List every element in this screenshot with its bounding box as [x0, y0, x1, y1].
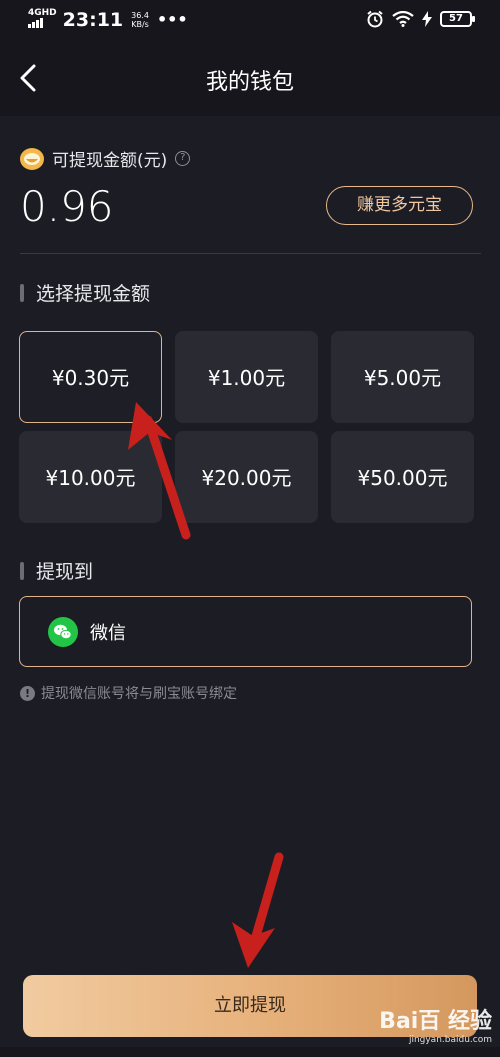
- more-notifications-icon: •••: [156, 10, 188, 29]
- coin-icon: [20, 147, 44, 170]
- amount-option-20-00[interactable]: ¥20.00元: [175, 431, 318, 523]
- amount-option-0-30[interactable]: ¥0.30元: [19, 331, 162, 423]
- clock: 23:11: [62, 8, 124, 31]
- navigation-bar: 我的钱包: [0, 40, 500, 116]
- watermark-main: Bai百 经验: [379, 1009, 492, 1034]
- amount-options-grid: ¥0.30元 ¥1.00元 ¥5.00元 ¥10.00元 ¥20.00元 ¥50…: [19, 331, 474, 523]
- bottom-strip: [0, 1047, 500, 1057]
- balance-label-row: 可提现金额(元) ?: [20, 146, 191, 171]
- wechat-method-option[interactable]: 微信: [19, 596, 472, 667]
- divider: [20, 253, 481, 254]
- section-marker: [20, 283, 24, 302]
- balance-label: 可提现金额(元): [52, 151, 168, 171]
- alarm-icon: [367, 10, 383, 28]
- balance-amount: 0.96: [20, 182, 114, 231]
- watermark-sub: jingyan.baidu.com: [408, 1035, 492, 1045]
- baidu-watermark: Bai百 经验 jingyan.baidu.com: [379, 1003, 492, 1045]
- withdraw-to-title: 提现到: [36, 561, 94, 583]
- wifi-icon: [392, 11, 414, 27]
- speed-value: 36.4: [131, 10, 149, 20]
- wechat-label: 微信: [90, 622, 126, 644]
- network-label: 4GHD: [28, 8, 57, 18]
- amount-section-title: 选择提现金额: [36, 283, 151, 305]
- battery-icon: 57: [440, 11, 475, 27]
- annotation-arrow-button: [232, 852, 284, 968]
- info-icon: !: [20, 685, 35, 701]
- amount-option-1-00[interactable]: ¥1.00元: [175, 331, 318, 423]
- amount-option-5-00[interactable]: ¥5.00元: [331, 331, 474, 423]
- binding-note: ! 提现微信账号将与刷宝账号绑定: [20, 683, 237, 703]
- charging-icon: [422, 11, 432, 27]
- wechat-icon: [48, 616, 78, 647]
- network-speed: 36.4 KB/s: [131, 11, 149, 29]
- help-icon[interactable]: ?: [175, 151, 191, 166]
- section-marker: [20, 561, 24, 580]
- binding-note-text: 提现微信账号将与刷宝账号绑定: [41, 686, 237, 702]
- amount-option-10-00[interactable]: ¥10.00元: [19, 431, 162, 523]
- speed-unit: KB/s: [131, 19, 149, 29]
- amount-section-header: 选择提现金额: [20, 279, 150, 306]
- withdraw-to-header: 提现到: [20, 557, 93, 584]
- status-bar: 4GHD 23:11 36.4 KB/s ••• 57: [0, 0, 500, 40]
- amount-option-50-00[interactable]: ¥50.00元: [331, 431, 474, 523]
- earn-more-button[interactable]: 赚更多元宝: [326, 186, 473, 225]
- signal-icon: 4GHD: [28, 8, 57, 31]
- page-title: 我的钱包: [205, 70, 294, 95]
